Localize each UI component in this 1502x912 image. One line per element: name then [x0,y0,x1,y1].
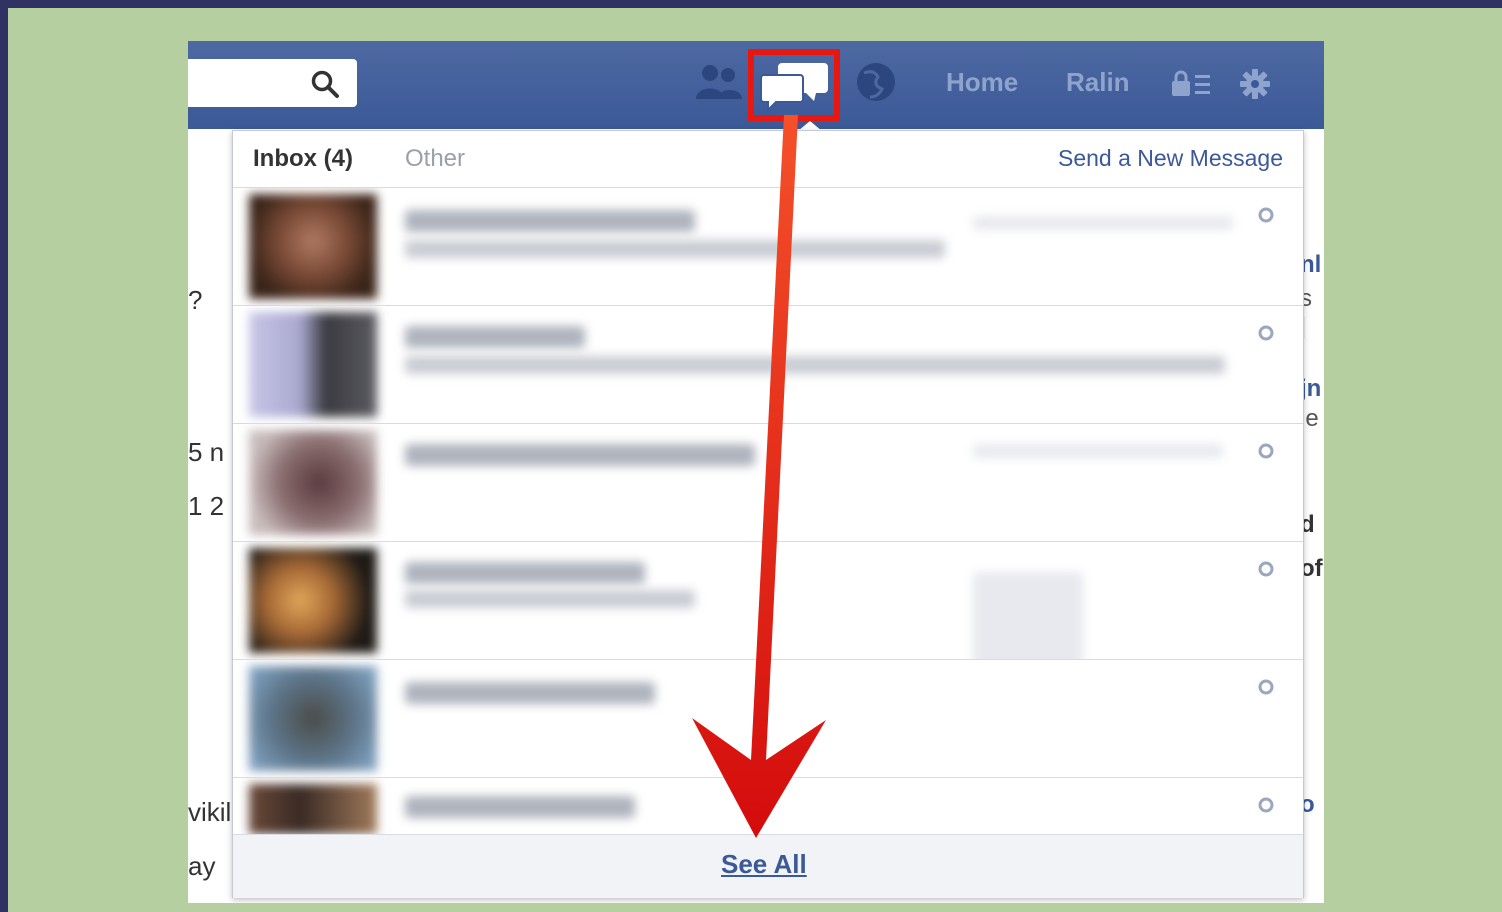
sender-name [405,796,635,818]
sender-name [405,326,585,348]
globe-icon[interactable] [848,59,904,105]
nav-home-link[interactable]: Home [946,67,1018,98]
friends-icon[interactable] [688,59,748,105]
sender-name [405,444,755,466]
mark-read-icon[interactable] [1257,796,1275,814]
messages-icon[interactable] [748,49,840,121]
dropdown-header: Inbox (4) Other Send a New Message [233,131,1303,188]
avatar [249,666,377,771]
send-new-message-link[interactable]: Send a New Message [1058,145,1283,172]
facebook-screenshot: ? 5 n 1 2 vikil ay nl s | jn le d of o [188,41,1324,903]
bg-text-fragment: 1 2 [188,491,225,521]
see-all-link[interactable]: See All [721,849,807,880]
bg-text-fragment: 5 n [188,437,225,467]
message-snippet [405,240,945,258]
gear-icon[interactable] [1238,67,1272,101]
mark-read-icon[interactable] [1257,324,1275,342]
avatar [249,194,377,299]
nav-profile-link[interactable]: Ralin [1066,67,1130,98]
message-thread-row[interactable] [233,306,1303,424]
background-ghost [973,444,1223,458]
message-thread-row[interactable] [233,660,1303,778]
mark-read-icon[interactable] [1257,560,1275,578]
message-thread-row[interactable] [233,778,1303,834]
sender-name [405,562,645,584]
mark-read-icon[interactable] [1257,206,1275,224]
bg-text-fragment: ? [188,285,203,315]
message-snippet [405,356,1225,374]
tab-other[interactable]: Other [405,145,465,173]
bg-text-fragment: vikil [188,797,232,827]
background-ghost [973,216,1233,230]
bg-text-fragment: ay [188,851,216,881]
speech-bubbles-icon [760,63,828,113]
dropdown-footer: See All [233,834,1303,898]
message-thread-row[interactable] [233,424,1303,542]
avatar [249,784,377,834]
message-thread-row[interactable] [233,542,1303,660]
sender-name [405,210,695,232]
mark-read-icon[interactable] [1257,678,1275,696]
message-thread-row[interactable] [233,188,1303,306]
avatar [249,548,377,653]
tab-inbox[interactable]: Inbox (4) [253,145,353,173]
avatar [249,430,377,535]
image-frame: ? 5 n 1 2 vikil ay nl s | jn le d of o [8,8,1502,912]
search-icon[interactable] [310,69,340,99]
messages-dropdown: Inbox (4) Other Send a New Message See A… [232,130,1304,898]
search-input[interactable] [188,59,357,107]
avatar [249,312,377,417]
privacy-icon[interactable] [1170,69,1212,99]
top-navigation-bar: Home Ralin [188,41,1324,131]
background-ghost [973,572,1083,659]
message-snippet [405,590,695,608]
sender-name [405,682,655,704]
mark-read-icon[interactable] [1257,442,1275,460]
